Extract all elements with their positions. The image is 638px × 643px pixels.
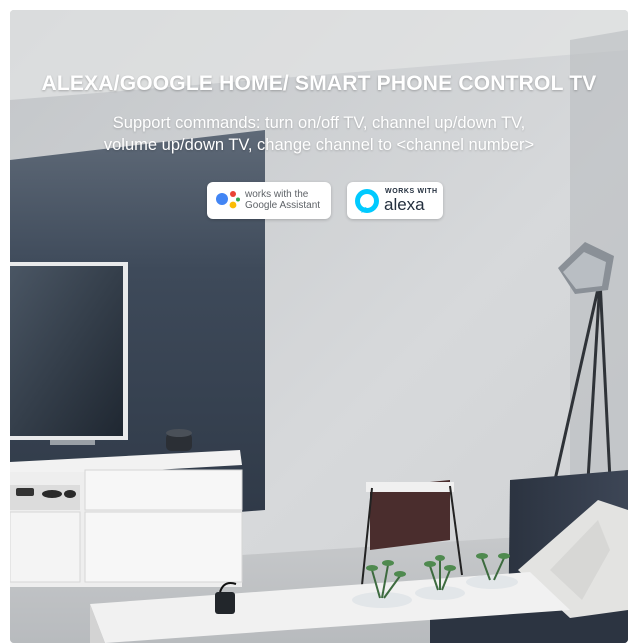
alexa-ring-icon bbox=[355, 189, 379, 213]
alexa-badge-top-text: WORKS WITH bbox=[385, 188, 438, 195]
alexa-badge: WORKS WITH alexa bbox=[347, 182, 443, 219]
google-badge-text: works with the Google Assistant bbox=[245, 189, 320, 211]
google-badge-line-2: Google Assistant bbox=[245, 200, 321, 211]
google-assistant-badge: works with the Google Assistant bbox=[207, 182, 331, 219]
banner-subtitle-line-2: volume up/down TV, change channel to <ch… bbox=[103, 136, 535, 154]
google-badge-line-1: works with the bbox=[245, 189, 309, 200]
google-assistant-icon bbox=[216, 191, 240, 209]
living-room-scene bbox=[10, 10, 628, 643]
banner-subtitle-line-1: Support commands: turn on/off TV, channe… bbox=[112, 114, 526, 132]
banner-headline: ALEXA/GOOGLE HOME/ SMART PHONE CONTROL T… bbox=[41, 72, 597, 95]
alexa-badge-wordmark: alexa bbox=[384, 195, 425, 214]
product-banner: ALEXA/GOOGLE HOME/ SMART PHONE CONTROL T… bbox=[10, 10, 628, 643]
